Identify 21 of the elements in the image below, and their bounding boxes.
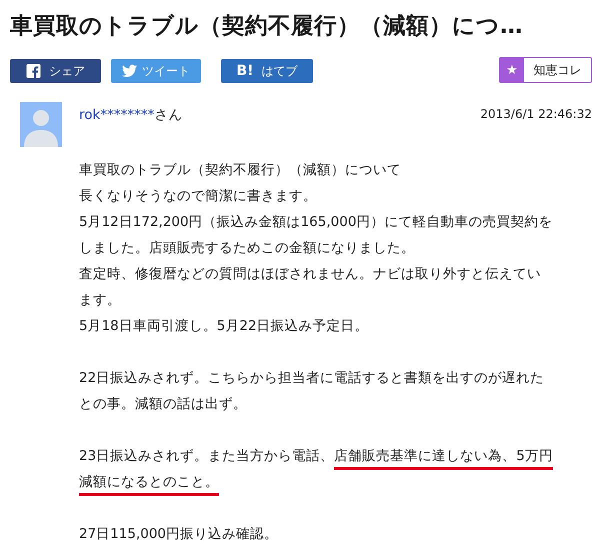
page-title: 車買取のトラブル（契約不履行）（減額）につ… [10,12,524,41]
user-link[interactable]: rok******** [79,107,154,123]
underlined-text: 減額になるとのこと。 [79,474,219,496]
body-text: しました。店頭販売するためこの金額になりました。 [79,240,415,256]
body-text: 車買取のトラブル（契約不履行）（減額）について [79,162,401,178]
body-text: 5月12日172,200円（振込み金額は165,000円）にて軽自動車の売買契約を [79,214,552,230]
share-button[interactable]: B! はてブ [221,59,313,83]
body-text: 22日振込みされず。こちらから担当者に電話すると書類を出すのが遅れた [79,370,544,386]
body-text: 長くなりそうなので簡潔に書きます。 [79,188,317,204]
underlined-text: 店舗販売基準に達しない為、5万円 [334,448,553,470]
body-text: 27日115,000円振り込み確認。 [79,526,278,542]
body-text: ます。 [79,292,121,308]
post-datetime: 2013/6/1 22:46:32 [480,107,592,121]
body-text: との事。減額の話は出ず。 [79,396,247,412]
hatena-mark: B! [236,63,254,79]
share-button[interactable]: シェア [10,59,101,83]
body-text: 23日振込みされず。また当方から電話、 [79,448,334,464]
body-text: 5月18日車両引渡し。5月22日振込み予定日。 [79,318,369,334]
honorific: さん [154,107,182,123]
collect-button[interactable]: ★ 知恵コレ [499,57,592,83]
body-text: 査定時、修復暦などの質問はほぼされません。ナビは取り外すと伝えてい [79,266,541,282]
